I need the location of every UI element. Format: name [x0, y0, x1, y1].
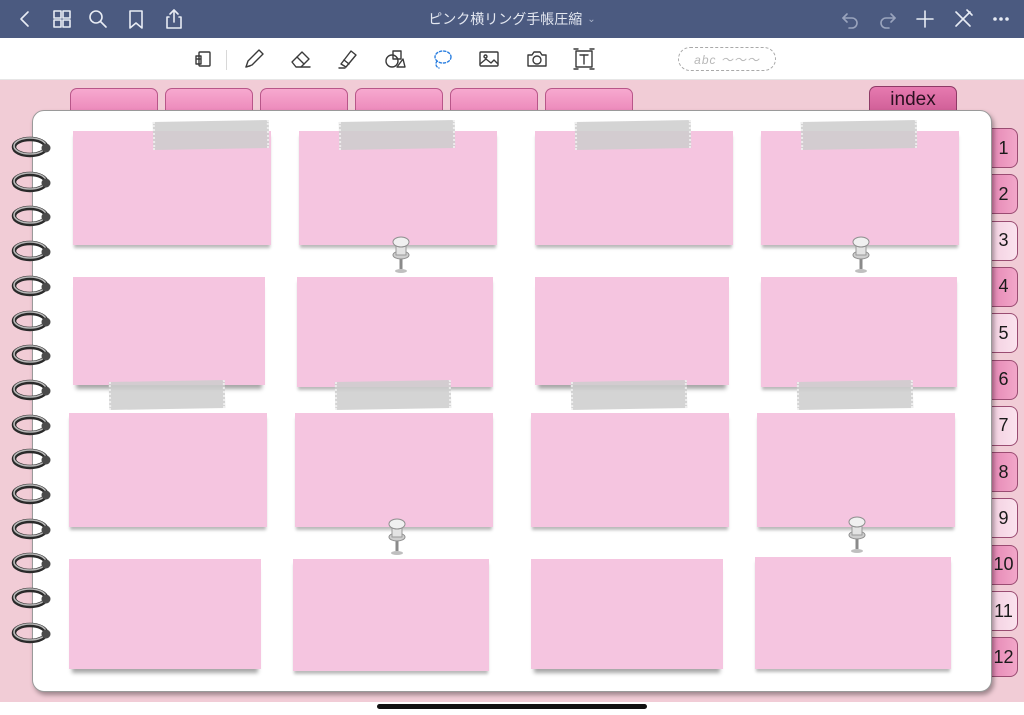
push-pin-icon: [842, 513, 872, 555]
month-tab-8[interactable]: 8: [990, 452, 1018, 493]
month-tab-5[interactable]: 5: [990, 313, 1018, 354]
toolbar-divider: [226, 50, 227, 70]
sticky-note[interactable]: [755, 557, 951, 669]
masking-tape: [152, 119, 270, 151]
month-tab-9[interactable]: 9: [990, 498, 1018, 539]
month-tab-label: 3: [998, 230, 1009, 251]
pen-preview-button[interactable]: abc ～～～: [678, 47, 776, 71]
sticky-note[interactable]: [69, 413, 267, 527]
month-tab-label: 12: [993, 646, 1014, 667]
redo-icon[interactable]: [875, 6, 901, 32]
more-options-icon[interactable]: [988, 6, 1014, 32]
month-tab-label: 2: [998, 183, 1009, 204]
month-tab-6[interactable]: 6: [990, 359, 1018, 400]
push-pin-icon: [382, 515, 412, 557]
sticky-note[interactable]: [757, 413, 955, 527]
grid-view-icon[interactable]: [49, 6, 75, 32]
masking-tape: [570, 379, 688, 411]
sticky-note[interactable]: [69, 559, 261, 669]
undo-icon[interactable]: [837, 6, 863, 32]
masking-tape: [334, 379, 452, 411]
binder-ring-icon: [10, 203, 54, 229]
month-tab-3[interactable]: 3: [990, 220, 1018, 261]
month-tab-2[interactable]: 2: [990, 174, 1018, 215]
top-navigation-bar: ピンク横リング手帳圧縮 ⌄: [0, 0, 1024, 38]
sticky-note[interactable]: [761, 277, 957, 387]
binder-ring-icon: [10, 585, 54, 611]
month-tab-label: 1: [998, 137, 1009, 158]
chevron-down-icon: ⌄: [587, 13, 596, 25]
sticky-note[interactable]: [531, 413, 729, 527]
binder-ring-icon: [10, 516, 54, 542]
text-box-icon[interactable]: [571, 46, 597, 72]
pen-preview-text: abc ～～～: [694, 52, 760, 67]
document-title-text: ピンク横リング手帳圧縮: [428, 11, 583, 27]
binder-ring-icon: [10, 238, 54, 264]
home-indicator[interactable]: [377, 704, 647, 709]
masking-tape: [574, 119, 692, 151]
month-tab-label: 10: [993, 554, 1014, 575]
month-tab-12[interactable]: 12: [990, 637, 1018, 678]
sticky-note[interactable]: [531, 559, 723, 669]
sticky-note[interactable]: [73, 277, 265, 385]
image-icon[interactable]: [476, 46, 502, 72]
binder-ring-icon: [10, 342, 54, 368]
binder-ring-icon: [10, 273, 54, 299]
binder-ring-icon: [10, 377, 54, 403]
binder-ring-icon: [10, 620, 54, 646]
masking-tape: [796, 379, 914, 411]
month-tab-1[interactable]: 1: [990, 128, 1018, 168]
sticky-note[interactable]: [297, 277, 493, 387]
month-tab-label: 7: [998, 415, 1009, 436]
month-tab-label: 4: [998, 276, 1009, 297]
bookmark-icon[interactable]: [123, 6, 149, 32]
month-tab-label: 11: [994, 600, 1013, 621]
shapes-icon[interactable]: [382, 46, 408, 72]
month-tab-7[interactable]: 7: [990, 405, 1018, 446]
binder-ring-icon: [10, 169, 54, 195]
binder-ring-icon: [10, 308, 54, 334]
add-page-icon[interactable]: [912, 6, 938, 32]
month-tab-11[interactable]: 11: [990, 591, 1018, 631]
read-only-mode-icon[interactable]: [190, 46, 216, 72]
month-tab-10[interactable]: 10: [990, 544, 1018, 585]
month-tab-4[interactable]: 4: [990, 266, 1018, 307]
month-tab-label: 8: [998, 461, 1009, 482]
document-title[interactable]: ピンク横リング手帳圧縮 ⌄: [360, 0, 664, 38]
binder-ring-icon: [10, 134, 54, 160]
share-icon[interactable]: [161, 6, 187, 32]
drawing-toolbar: ᛒ: [0, 38, 1024, 94]
masking-tape: [800, 119, 918, 151]
planner-page[interactable]: [32, 110, 992, 692]
push-pin-icon: [846, 233, 876, 275]
highlighter-icon[interactable]: [335, 46, 361, 72]
binder-ring-icon: [10, 550, 54, 576]
sticky-note[interactable]: [535, 277, 729, 385]
month-tab-label: 6: [998, 369, 1009, 389]
camera-icon[interactable]: [524, 46, 550, 72]
pen-icon[interactable]: [241, 46, 267, 72]
push-pin-icon: [386, 233, 416, 275]
tools-icon[interactable]: [950, 6, 976, 32]
sticky-note[interactable]: [293, 559, 489, 671]
binder-ring-icon: [10, 412, 54, 438]
binder-ring-icon: [10, 481, 54, 507]
masking-tape: [108, 379, 226, 411]
search-icon[interactable]: [85, 6, 111, 32]
binder-ring-icon: [10, 446, 54, 472]
lasso-icon[interactable]: [429, 46, 455, 72]
sticky-note[interactable]: [295, 413, 493, 527]
month-tab-label: 9: [998, 507, 1009, 528]
eraser-icon[interactable]: [288, 46, 314, 72]
masking-tape: [338, 119, 456, 151]
back-icon[interactable]: [12, 6, 38, 32]
month-tab-label: 5: [998, 322, 1009, 343]
